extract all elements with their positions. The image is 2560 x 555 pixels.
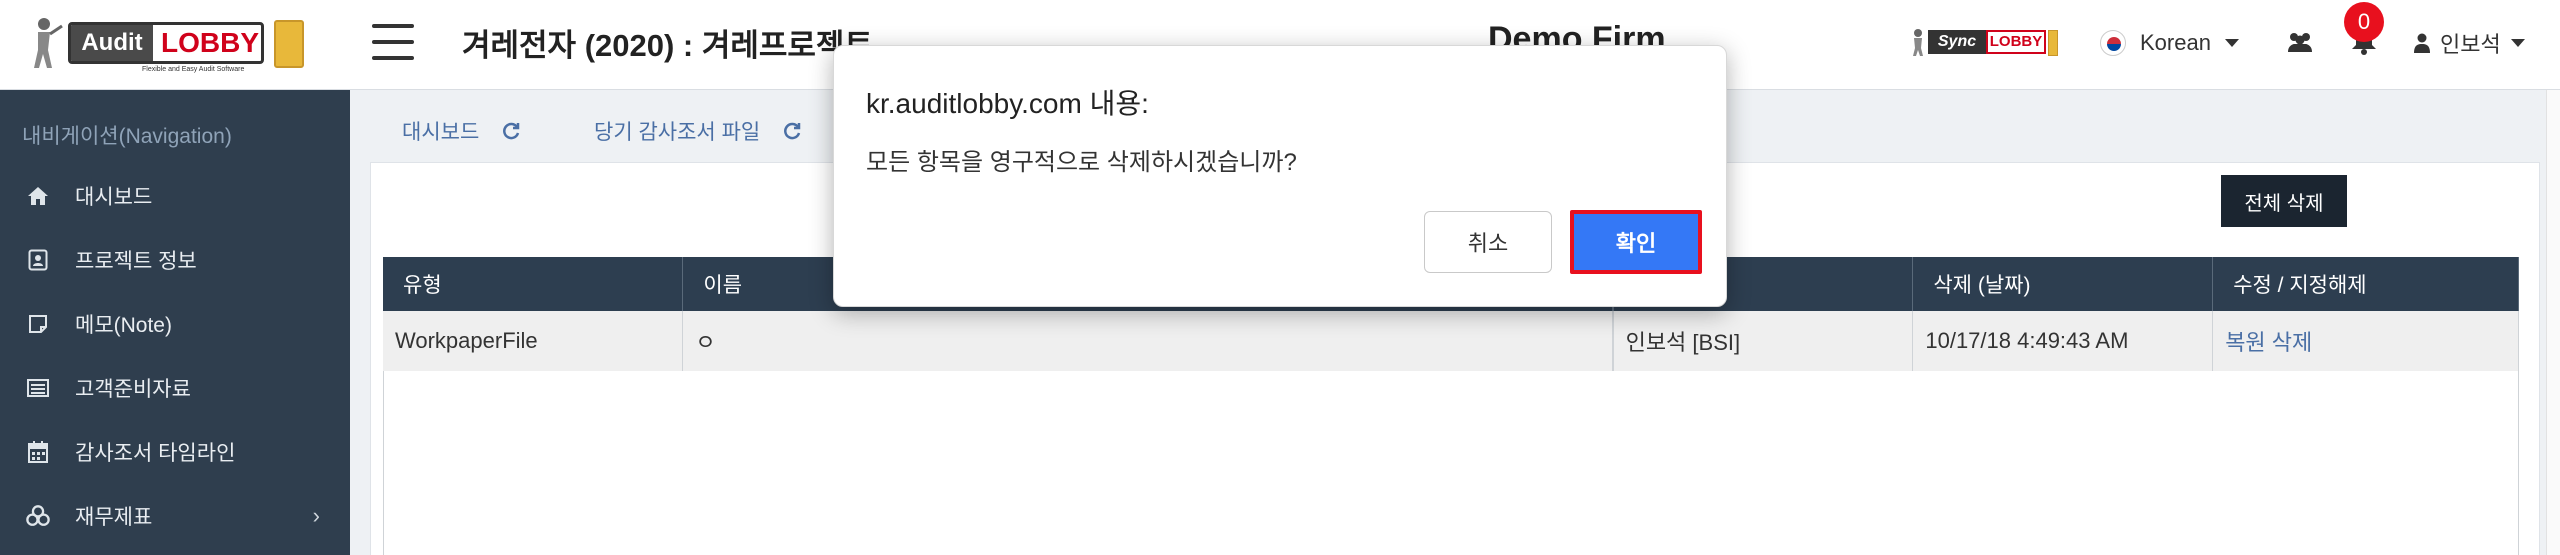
users-icon[interactable] — [2286, 30, 2314, 54]
cubes-icon — [26, 504, 50, 528]
language-label: Korean — [2140, 30, 2211, 55]
refresh-icon[interactable] — [782, 121, 802, 141]
sidebar-item-dashboard[interactable]: 대시보드 — [0, 166, 350, 226]
cell-deleted-by: 인보석 [BSI] — [1613, 311, 1914, 372]
sticky-note-icon — [26, 312, 50, 336]
sidebar-item-label: 메모(Note) — [75, 314, 172, 337]
hamburger-line — [372, 24, 414, 28]
dialog-title: kr.auditlobby.com 내용: — [866, 88, 1149, 119]
calendar-icon — [26, 440, 50, 464]
cell-name: ㅇ — [682, 311, 1613, 372]
user-icon — [2414, 33, 2430, 53]
sync-logo-sync-text: Sync — [1928, 30, 1986, 54]
sidebar-item-label: 대시보드 — [75, 186, 153, 209]
menu-toggle-button[interactable] — [372, 24, 414, 60]
cell-type: WorkpaperFile — [383, 311, 684, 372]
notification-badge[interactable]: 0 — [2344, 2, 2384, 42]
hamburger-line — [372, 40, 414, 44]
logo-audit-text: Audit — [71, 25, 153, 61]
table-empty-area — [383, 371, 2519, 555]
cell-deleted-date: 10/17/18 4:49:43 AM — [1912, 311, 2214, 372]
delete-link[interactable]: 삭제 — [2272, 330, 2312, 355]
logo-badge: Audit LOBBY — [68, 22, 264, 64]
tab-label: 대시보드 — [402, 121, 480, 144]
user-name: 인보석 — [2440, 32, 2501, 57]
sidebar-item-label: 고객준비자료 — [75, 378, 191, 401]
dialog-message: 모든 항목을 영구적으로 삭제하시겠습니까? — [866, 149, 1297, 176]
tab-label: 당기 감사조서 파일 — [594, 121, 761, 144]
caret-down-icon — [2224, 39, 2239, 47]
sidebar-item-label: 프로젝트 정보 — [75, 250, 197, 273]
confirm-dialog: kr.auditlobby.com 내용: 모든 항목을 영구적으로 삭제하시겠… — [833, 45, 1727, 307]
chevron-right-icon: › — [312, 503, 320, 528]
list-icon — [26, 376, 50, 400]
audit-lobby-logo[interactable]: Audit LOBBY Flexible and Easy Audit Soft… — [30, 16, 320, 74]
sync-logo-lobby-text: LOBBY — [1986, 30, 2046, 54]
tab-dashboard[interactable]: 대시보드 — [402, 116, 521, 146]
sidebar-item-financial-statements[interactable]: 재무제표 › — [0, 486, 350, 546]
delete-all-button[interactable]: 전체 삭제 — [2221, 175, 2347, 227]
logo-figure-icon — [34, 18, 63, 68]
table-row: WorkpaperFile ㅇ 인보석 [BSI] 10/17/18 4:49:… — [383, 311, 2519, 372]
sidebar-item-label: 재무제표 — [75, 506, 153, 529]
caret-down-icon — [2510, 39, 2525, 47]
home-icon — [26, 184, 50, 208]
sidebar-title: 내비게이션(Navigation) — [22, 125, 232, 148]
column-header-deleted-date[interactable]: 삭제 (날짜) — [1912, 257, 2214, 311]
sidebar-item-timeline[interactable]: 감사조서 타임라인 — [0, 422, 350, 482]
sync-lobby-logo[interactable]: Sync LOBBY — [1910, 28, 2060, 58]
sync-folder-icon — [2048, 30, 2058, 56]
id-card-icon — [26, 248, 50, 272]
logo-lobby-text: LOBBY — [161, 27, 259, 58]
sync-logo-figure-icon — [1913, 29, 1923, 56]
language-selector[interactable]: Korean — [2100, 26, 2239, 60]
sidebar: 내비게이션(Navigation) 대시보드 프로젝트 정보 메모(Note) … — [0, 90, 350, 555]
hamburger-line — [372, 56, 414, 60]
page-scrollbar[interactable] — [2546, 90, 2560, 555]
korea-flag-icon — [2100, 30, 2126, 56]
logo-tagline: Flexible and Easy Audit Software — [142, 66, 245, 73]
sidebar-item-client-docs[interactable]: 고객준비자료 — [0, 358, 350, 418]
sidebar-item-label: 감사조서 타임라인 — [75, 442, 236, 465]
confirm-button[interactable]: 확인 — [1570, 210, 1702, 274]
user-menu[interactable]: 인보석 — [2414, 26, 2525, 60]
refresh-icon[interactable] — [501, 121, 521, 141]
column-header-actions[interactable]: 수정 / 지정해제 — [2212, 257, 2519, 311]
project-title: 겨레전자 (2020) : 겨레프로젝트 — [462, 28, 873, 63]
restore-link[interactable]: 복원 — [2225, 330, 2265, 355]
cancel-button[interactable]: 취소 — [1424, 211, 1552, 273]
sidebar-item-project-info[interactable]: 프로젝트 정보 — [0, 230, 350, 290]
sidebar-item-notes[interactable]: 메모(Note) — [0, 294, 350, 354]
folder-icon — [274, 20, 304, 68]
tab-current-workpapers[interactable]: 당기 감사조서 파일 — [594, 116, 802, 146]
cell-actions: 복원 삭제 — [2212, 311, 2519, 372]
column-header-type[interactable]: 유형 — [383, 257, 684, 311]
